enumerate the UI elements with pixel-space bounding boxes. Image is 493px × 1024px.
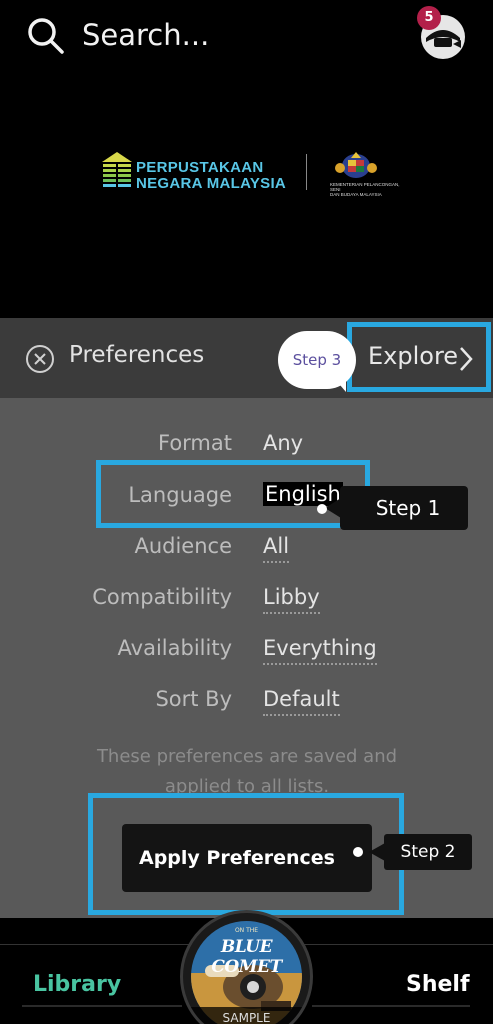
sort-by-label: Sort By	[155, 687, 232, 711]
shelf-underline	[312, 1005, 470, 1007]
apply-preferences-button[interactable]: Apply Preferences	[122, 824, 372, 892]
step2-dot	[353, 847, 363, 857]
library-name-line1: PERPUSTAKAAN	[136, 159, 264, 176]
preferences-header: Preferences Explore	[0, 318, 493, 398]
cover-subtitle: ON THE	[234, 927, 259, 934]
nav-shelf-tab[interactable]: Shelf	[406, 972, 470, 997]
ministry-name: KEMENTERIAN PELANCONGAN, SENI DAN BUDAYA…	[330, 182, 400, 197]
language-label: Language	[128, 483, 232, 507]
logo-divider	[306, 154, 307, 190]
ministry-name-line1: KEMENTERIAN PELANCONGAN, SENI	[330, 182, 400, 192]
chevron-right-icon[interactable]	[458, 346, 474, 372]
library-name-line2: NEGARA MALAYSIA	[136, 175, 287, 192]
step2-callout-tail	[369, 843, 385, 861]
search-input[interactable]: Search...	[82, 18, 209, 52]
step1-callout: Step 1	[340, 486, 468, 530]
step3-callout-tail	[334, 378, 346, 392]
sample-label: SAMPLE	[183, 1007, 310, 1024]
sample-book-button[interactable]: ON THE BLUE COMET SAMPLE	[180, 910, 313, 1024]
step1-dot	[317, 504, 327, 514]
audience-value[interactable]: All	[263, 534, 290, 563]
availability-label: Availability	[117, 636, 232, 660]
step1-callout-tail	[325, 498, 341, 518]
ministry-name-line2: DAN BUDAYA MALAYSIA	[330, 192, 382, 197]
library-name: PERPUSTAKAAN NEGARA MALAYSIA	[136, 160, 286, 192]
format-value[interactable]: Any	[263, 431, 303, 458]
library-logo: PERPUSTAKAAN NEGARA MALAYSIA KEMENTERIAN…	[100, 148, 400, 198]
availability-value[interactable]: Everything	[263, 636, 377, 665]
sort-by-value[interactable]: Default	[263, 687, 340, 716]
compatibility-value[interactable]: Libby	[263, 585, 320, 614]
pnm-logo-icon	[102, 152, 132, 187]
format-label: Format	[157, 431, 232, 455]
step2-callout: Step 2	[384, 834, 472, 870]
notification-badge: 5	[417, 6, 441, 30]
preferences-title: Preferences	[69, 342, 205, 368]
app-header: Search... 5 PERPUSTAKAAN NEGARA MALAYSIA	[0, 0, 493, 318]
nav-library-tab[interactable]: Library	[33, 972, 121, 997]
close-icon[interactable]	[25, 344, 55, 374]
library-underline	[22, 1005, 182, 1007]
audience-label: Audience	[134, 534, 232, 558]
cover-title: BLUE COMET	[211, 937, 282, 977]
explore-button[interactable]: Explore	[368, 342, 458, 370]
search-icon[interactable]	[26, 16, 66, 56]
compatibility-label: Compatibility	[92, 585, 232, 609]
coat-of-arms-icon	[335, 152, 377, 178]
